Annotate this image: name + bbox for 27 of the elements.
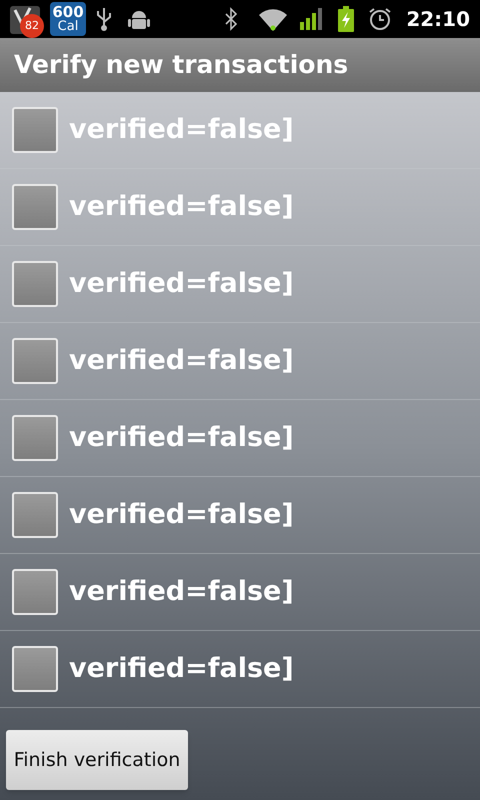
checkbox[interactable] <box>12 261 58 307</box>
battery-charging-icon <box>338 6 354 32</box>
clock-time: 22:10 <box>406 6 470 33</box>
calorie-badge[interactable]: 600 Cal <box>50 2 86 36</box>
checkbox[interactable] <box>12 184 58 230</box>
notification-count: 82 <box>20 14 44 38</box>
screen-title: Verify new transactions <box>14 49 348 82</box>
transaction-label: verified=false] <box>69 112 294 147</box>
transaction-label: verified=false] <box>69 420 294 455</box>
checkbox[interactable] <box>12 338 58 384</box>
finish-verification-button[interactable]: Finish verification <box>6 730 188 790</box>
transaction-label: verified=false] <box>69 344 294 378</box>
checkbox[interactable] <box>12 492 58 538</box>
checkbox[interactable] <box>12 415 58 461</box>
transaction-label: verified=false] <box>69 574 294 609</box>
checkbox[interactable] <box>12 107 58 153</box>
transaction-label: verified=false] <box>69 190 294 224</box>
checkbox[interactable] <box>12 646 58 692</box>
bluetooth-icon <box>224 7 238 31</box>
alarm-clock-icon <box>368 7 392 31</box>
checkbox[interactable] <box>12 569 58 615</box>
wifi-icon <box>258 7 288 31</box>
transaction-label: verified=false] <box>69 652 294 686</box>
signal-icon <box>300 8 324 30</box>
transaction-label: verified=false] <box>69 498 294 532</box>
transaction-label: verified=false] <box>69 266 294 301</box>
usb-icon <box>96 6 112 32</box>
